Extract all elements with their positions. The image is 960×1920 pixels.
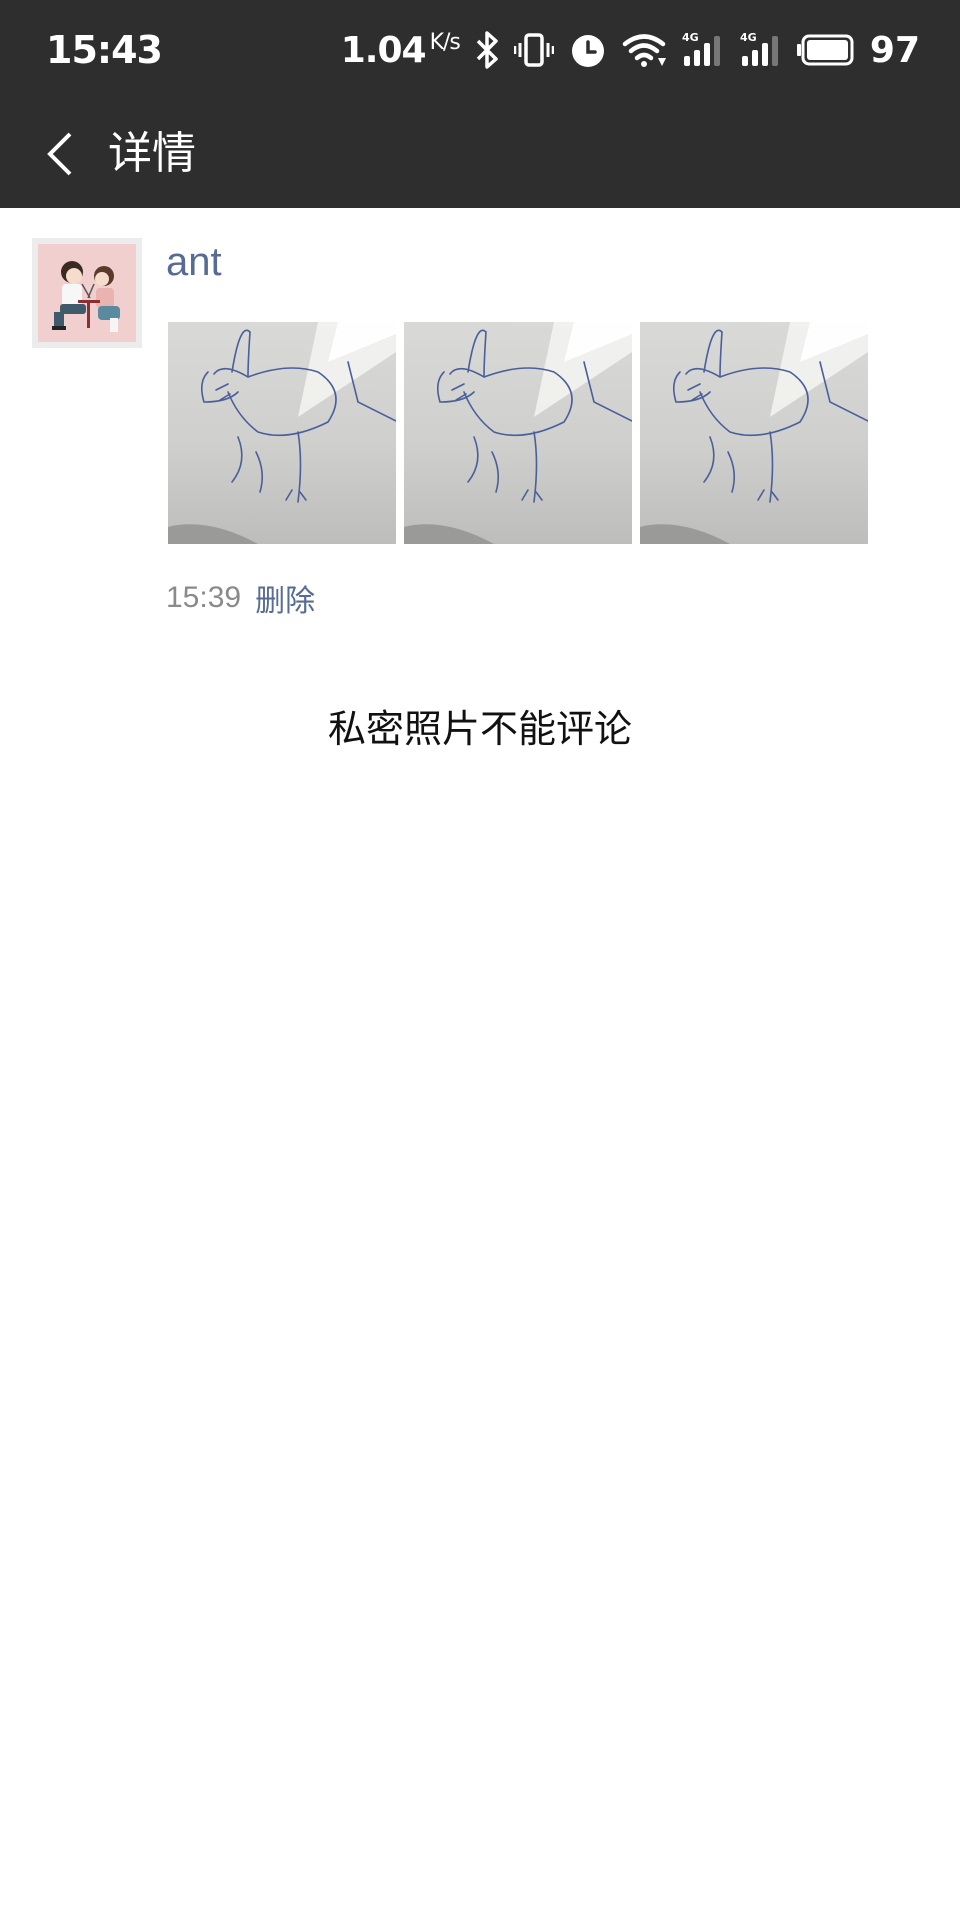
delete-button[interactable]: 删除 <box>255 576 315 620</box>
post-timestamp: 15:39 <box>166 581 242 614</box>
chevron-left-icon <box>47 132 72 176</box>
alarm-icon <box>568 30 608 70</box>
private-photo-notice: 私密照片不能评论 <box>327 707 632 751</box>
navigation-bar: 详情 <box>0 100 960 208</box>
signal-4g-icon: 4G <box>680 30 724 70</box>
network-speed: 1.04 K/s <box>340 29 461 71</box>
signal-4g-icon: 4G <box>738 30 782 70</box>
network-type-label: 4G <box>682 31 699 44</box>
photo-grid <box>168 322 868 544</box>
avatar[interactable] <box>32 238 142 348</box>
photo-thumbnail[interactable] <box>640 322 868 544</box>
page-title: 详情 <box>108 128 196 179</box>
vibrate-icon <box>513 30 554 70</box>
status-bar: 15:43 1.04 K/s 4G 4G 97 <box>0 0 960 100</box>
photo-thumbnail[interactable] <box>168 322 396 544</box>
wifi-icon <box>622 30 666 70</box>
status-icons: 1.04 K/s 4G 4G 97 <box>341 24 920 76</box>
photo-thumbnail[interactable] <box>404 322 632 544</box>
network-speed-unit: K/s <box>429 29 461 55</box>
status-time: 15:43 <box>46 28 163 72</box>
post-meta: 15:39 删除 <box>166 576 315 620</box>
battery-icon <box>796 34 854 66</box>
author-name[interactable]: ant <box>166 240 222 285</box>
avatar-image <box>38 244 136 342</box>
network-type-label: 4G <box>740 31 757 44</box>
battery-level: 97 <box>869 29 920 71</box>
back-button[interactable] <box>30 124 90 184</box>
network-speed-value: 1.04 <box>340 29 427 71</box>
bluetooth-icon <box>474 30 500 70</box>
